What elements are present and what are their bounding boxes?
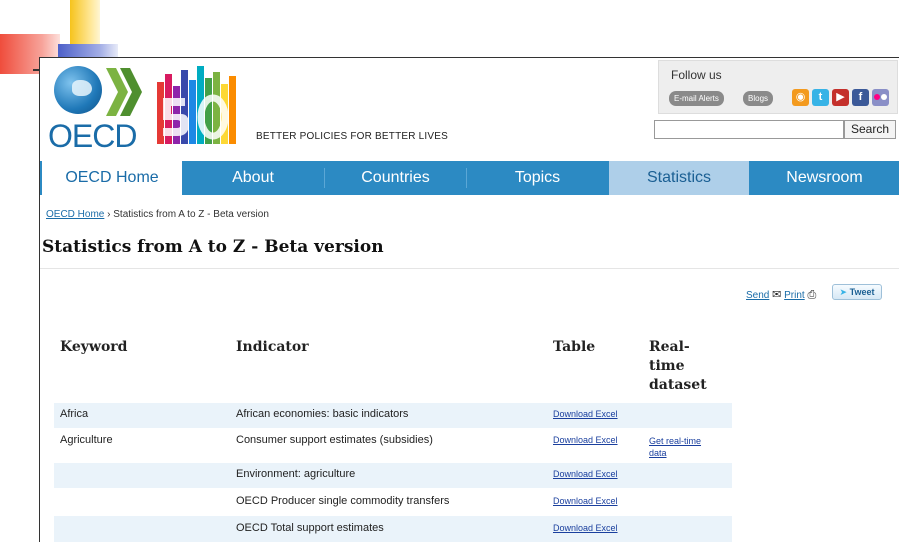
facebook-icon[interactable]: f <box>852 89 869 106</box>
column-header-table: Table <box>553 339 596 355</box>
indicator-cell: OECD Producer single commodity transfers <box>236 495 450 507</box>
fifty-anniversary-icon <box>157 66 236 144</box>
twitter-icon[interactable]: t <box>812 89 829 106</box>
keyword-cell: Agriculture <box>60 434 113 446</box>
search-input[interactable] <box>654 120 844 139</box>
breadcrumb-separator: › <box>107 209 111 220</box>
printer-icon[interactable]: ⎙ <box>807 289 816 301</box>
oecd-logo[interactable]: OECD <box>48 62 238 154</box>
indicator-cell: Environment: agriculture <box>236 468 356 480</box>
globe-icon <box>54 66 102 114</box>
indicator-cell: OECD Total support estimates <box>236 522 384 534</box>
browser-page: OECD BETTER POLICIES FOR BETTER LIVES Fo… <box>39 57 899 542</box>
download-excel-link[interactable]: Download Excel <box>553 523 618 533</box>
table-row: OECD Producer single commodity transfers… <box>54 489 732 515</box>
keyword-cell: Africa <box>60 408 89 420</box>
tweet-label: Tweet <box>849 287 875 297</box>
realtime-data-link[interactable]: Get real-time data <box>649 435 701 459</box>
download-excel-link[interactable]: Download Excel <box>553 409 618 419</box>
youtube-icon[interactable]: ▶ <box>832 89 849 106</box>
table-row: Environment: agriculture Download Excel <box>54 463 732 488</box>
download-excel-link[interactable]: Download Excel <box>553 496 618 506</box>
send-link[interactable]: Send <box>746 290 769 301</box>
twitter-bird-icon: ➤ <box>839 287 848 297</box>
breadcrumb: OECD Home › Statistics from A to Z - Bet… <box>46 209 269 220</box>
download-excel-link[interactable]: Download Excel <box>553 435 618 445</box>
table-row: Agriculture Consumer support estimates (… <box>54 429 732 462</box>
nav-countries[interactable]: Countries <box>325 161 466 195</box>
follow-us-label: Follow us <box>671 68 722 82</box>
tweet-button[interactable]: ➤ Tweet <box>832 284 882 300</box>
print-link[interactable]: Print <box>784 290 805 301</box>
blogs-button[interactable]: Blogs <box>743 91 774 106</box>
table-row: Africa African economies: basic indicato… <box>54 403 732 428</box>
flickr-icon[interactable] <box>872 89 889 106</box>
nav-about[interactable]: About <box>182 161 324 195</box>
envelope-icon[interactable]: ✉ <box>772 289 781 301</box>
nav-oecd-home[interactable]: OECD Home <box>42 161 182 195</box>
column-header-realtime: Real- time dataset <box>649 339 707 393</box>
breadcrumb-current: Statistics from A to Z - Beta version <box>113 209 269 220</box>
main-nav: OECD Home About Countries Topics Statist… <box>40 161 899 195</box>
page-title: Statistics from A to Z - Beta version <box>42 237 384 257</box>
nav-topics[interactable]: Topics <box>467 161 608 195</box>
follow-us-panel: Follow us E-mail Alerts Blogs ◉ t ▶ f <box>658 60 898 114</box>
rss-icon[interactable]: ◉ <box>792 89 809 106</box>
nav-statistics[interactable]: Statistics <box>609 161 749 195</box>
divider <box>40 268 899 269</box>
email-alerts-button[interactable]: E-mail Alerts <box>669 91 724 106</box>
breadcrumb-home-link[interactable]: OECD Home <box>46 209 104 220</box>
slide-decoration-blue <box>58 44 118 58</box>
nav-newsroom[interactable]: Newsroom <box>749 161 899 195</box>
oecd-wordmark: OECD <box>48 118 137 154</box>
table-row: OECD Total support estimates Download Ex… <box>54 516 732 542</box>
column-header-indicator: Indicator <box>236 339 309 355</box>
download-excel-link[interactable]: Download Excel <box>553 469 618 479</box>
tagline: BETTER POLICIES FOR BETTER LIVES <box>256 131 448 142</box>
indicator-cell: African economies: basic indicators <box>236 408 409 420</box>
chevrons-icon <box>106 68 142 116</box>
column-header-keyword: Keyword <box>60 339 128 355</box>
search-button[interactable]: Search <box>844 120 896 139</box>
indicator-cell: Consumer support estimates (subsidies) <box>236 434 433 446</box>
share-tools: Send ✉ Print ⎙ <box>746 288 816 302</box>
